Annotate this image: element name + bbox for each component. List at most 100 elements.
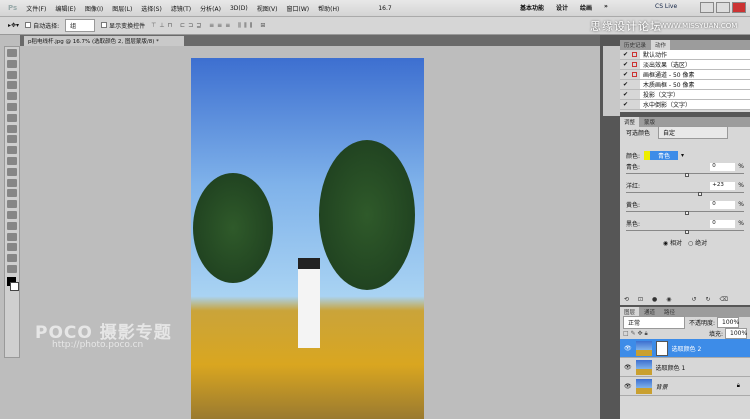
- slider-value-input[interactable]: 0: [710, 162, 736, 171]
- brush-tool-icon[interactable]: [7, 124, 17, 133]
- slider-handle[interactable]: [685, 230, 689, 234]
- history-brush-tool-icon[interactable]: [7, 146, 17, 155]
- slider-track[interactable]: [626, 192, 744, 196]
- ps-logo: Ps: [8, 4, 18, 12]
- canvas-photo[interactable]: [191, 58, 424, 419]
- menu-image[interactable]: 图像(I): [85, 4, 103, 13]
- slider-track[interactable]: [626, 230, 744, 234]
- eye-icon[interactable]: 👁︎: [624, 345, 632, 352]
- tab-masks[interactable]: 蒙版: [640, 117, 659, 127]
- lock-icon: 🔒︎: [736, 382, 740, 389]
- lock-icons[interactable]: □ ✎ ✥ 🔒︎: [623, 330, 648, 338]
- slider-value-input[interactable]: +23: [710, 181, 736, 190]
- action-item[interactable]: ✔ 木质画框 - 50 像素: [620, 80, 750, 90]
- dodge-tool-icon[interactable]: [7, 189, 17, 198]
- hand-tool-icon[interactable]: [7, 254, 17, 263]
- toolbox: [4, 46, 20, 358]
- gradient-tool-icon[interactable]: [7, 167, 17, 176]
- method-radios: ◉ 相对 ○ 绝对: [620, 237, 750, 248]
- opacity-input[interactable]: 100%: [717, 317, 739, 328]
- menu-analysis[interactable]: 分析(A): [200, 4, 221, 13]
- layers-panel: 图层 通道 路径 正常 不透明度: 100% □ ✎ ✥ 🔒︎ 填充: 100% 👁︎ 选取颜…: [620, 307, 750, 419]
- layer-row[interactable]: 👁︎ 背景 🔒︎: [620, 377, 750, 396]
- workspace-essentials[interactable]: 基本功能: [520, 3, 544, 12]
- unit-label: %: [738, 182, 744, 189]
- lasso-tool-icon[interactable]: [7, 70, 17, 79]
- menu-filter[interactable]: 滤镜(T): [171, 4, 191, 13]
- background-color-swatch[interactable]: [10, 281, 19, 291]
- slider-label: 青色:: [626, 164, 641, 171]
- 3d-tool-icon[interactable]: [7, 243, 17, 252]
- crop-tool-icon[interactable]: [7, 92, 17, 101]
- tab-actions[interactable]: 动作: [651, 40, 671, 50]
- auto-select-dropdown[interactable]: 组: [65, 19, 96, 32]
- radio-absolute[interactable]: ○ 绝对: [688, 238, 707, 247]
- eye-icon[interactable]: 👁︎: [624, 364, 632, 371]
- healing-tool-icon[interactable]: [7, 113, 17, 122]
- watermark-site-cn: 思缘设计论坛: [590, 20, 662, 33]
- action-item[interactable]: ✔ 淡出效果（选区）: [620, 60, 750, 70]
- move-tool-icon[interactable]: [7, 49, 17, 57]
- menu-help[interactable]: 帮助(H): [318, 4, 339, 13]
- zoom-level[interactable]: 16.7: [378, 5, 391, 12]
- colors-dropdown[interactable]: 青色: [644, 151, 679, 160]
- stamp-tool-icon[interactable]: [7, 135, 17, 144]
- eraser-tool-icon[interactable]: [7, 156, 17, 165]
- tab-adjustments[interactable]: 调整: [620, 117, 640, 127]
- unit-label: %: [738, 163, 744, 170]
- tab-history[interactable]: 历史记录: [620, 40, 650, 50]
- action-item[interactable]: ✔ 投影（文字）: [620, 90, 750, 100]
- blur-tool-icon[interactable]: [7, 178, 17, 187]
- tree-right: [319, 140, 415, 290]
- move-tool-icon[interactable]: ▸✥▾: [8, 22, 19, 29]
- path-select-tool-icon[interactable]: [7, 221, 17, 230]
- action-set[interactable]: ✔ 默认动作: [620, 50, 750, 60]
- menu-3d[interactable]: 3D(D): [230, 5, 248, 12]
- layer-name: 选取颜色 1: [655, 364, 686, 372]
- blend-mode-dropdown[interactable]: 正常: [623, 316, 685, 329]
- menu-file[interactable]: 文件(F): [26, 4, 46, 13]
- document-tab[interactable]: p稻电线杆.jpg @ 16.7% (选取颜色 2, 图层蒙版/8) *: [24, 36, 184, 46]
- menu-window[interactable]: 窗口(W): [287, 4, 310, 13]
- fill-input[interactable]: 100%: [725, 328, 747, 339]
- slider-value-input[interactable]: 0: [710, 219, 736, 228]
- slider-handle[interactable]: [697, 192, 702, 196]
- eyedropper-tool-icon[interactable]: [7, 102, 17, 111]
- menu-layer[interactable]: 图层(L): [112, 4, 132, 13]
- radio-relative[interactable]: ◉ 相对: [663, 238, 682, 247]
- preset-dropdown[interactable]: 自定: [658, 126, 729, 139]
- slider-handle[interactable]: [685, 173, 689, 177]
- menu-edit[interactable]: 编辑(E): [55, 4, 75, 13]
- auto-select-checkbox[interactable]: 自动选择:: [25, 21, 59, 30]
- adjustment-footer-icons[interactable]: ⟲⊡●◉ ↺↻⌫: [624, 296, 737, 303]
- shape-tool-icon[interactable]: [7, 232, 17, 241]
- zoom-tool-icon[interactable]: [7, 264, 17, 273]
- slider-value-input[interactable]: 0: [710, 200, 736, 209]
- slider-track[interactable]: [626, 211, 744, 215]
- workspace-design[interactable]: 设计: [556, 3, 568, 12]
- layer-mask-thumbnail[interactable]: [655, 340, 668, 356]
- layer-name: 背景: [655, 383, 668, 391]
- workspace-more[interactable]: »: [604, 3, 608, 12]
- show-transform-checkbox[interactable]: 显示变换控件: [101, 21, 145, 30]
- action-item[interactable]: ✔ 画框通道 - 50 像素: [620, 70, 750, 80]
- workspace-painting[interactable]: 绘画: [580, 3, 592, 12]
- layer-row[interactable]: 👁︎ 选取颜色 1: [620, 358, 750, 377]
- align-icons[interactable]: ⊤⊥⊓ ⊏⊐⊒ ≡≡≡ ⫼⫼⫼ ⊞: [151, 22, 268, 30]
- action-label: 画框通道 - 50 像素: [640, 70, 750, 79]
- cs-live-button[interactable]: CS Live: [655, 3, 677, 10]
- pen-tool-icon[interactable]: [7, 200, 17, 209]
- maximize-button[interactable]: [716, 2, 730, 13]
- menu-select[interactable]: 选择(S): [141, 4, 162, 13]
- minimize-button[interactable]: [700, 2, 714, 13]
- slider-handle[interactable]: [685, 211, 689, 215]
- eye-icon[interactable]: 👁︎: [624, 383, 632, 390]
- quick-select-tool-icon[interactable]: [7, 81, 17, 90]
- slider-track[interactable]: [626, 173, 744, 177]
- close-button[interactable]: [732, 2, 746, 13]
- marquee-tool-icon[interactable]: [7, 59, 17, 68]
- layer-row[interactable]: 👁︎ 选取颜色 2: [620, 339, 750, 358]
- action-item[interactable]: ✔ 水中倒影（文字）: [620, 100, 750, 110]
- menu-view[interactable]: 视图(V): [257, 4, 278, 13]
- type-tool-icon[interactable]: [7, 210, 17, 219]
